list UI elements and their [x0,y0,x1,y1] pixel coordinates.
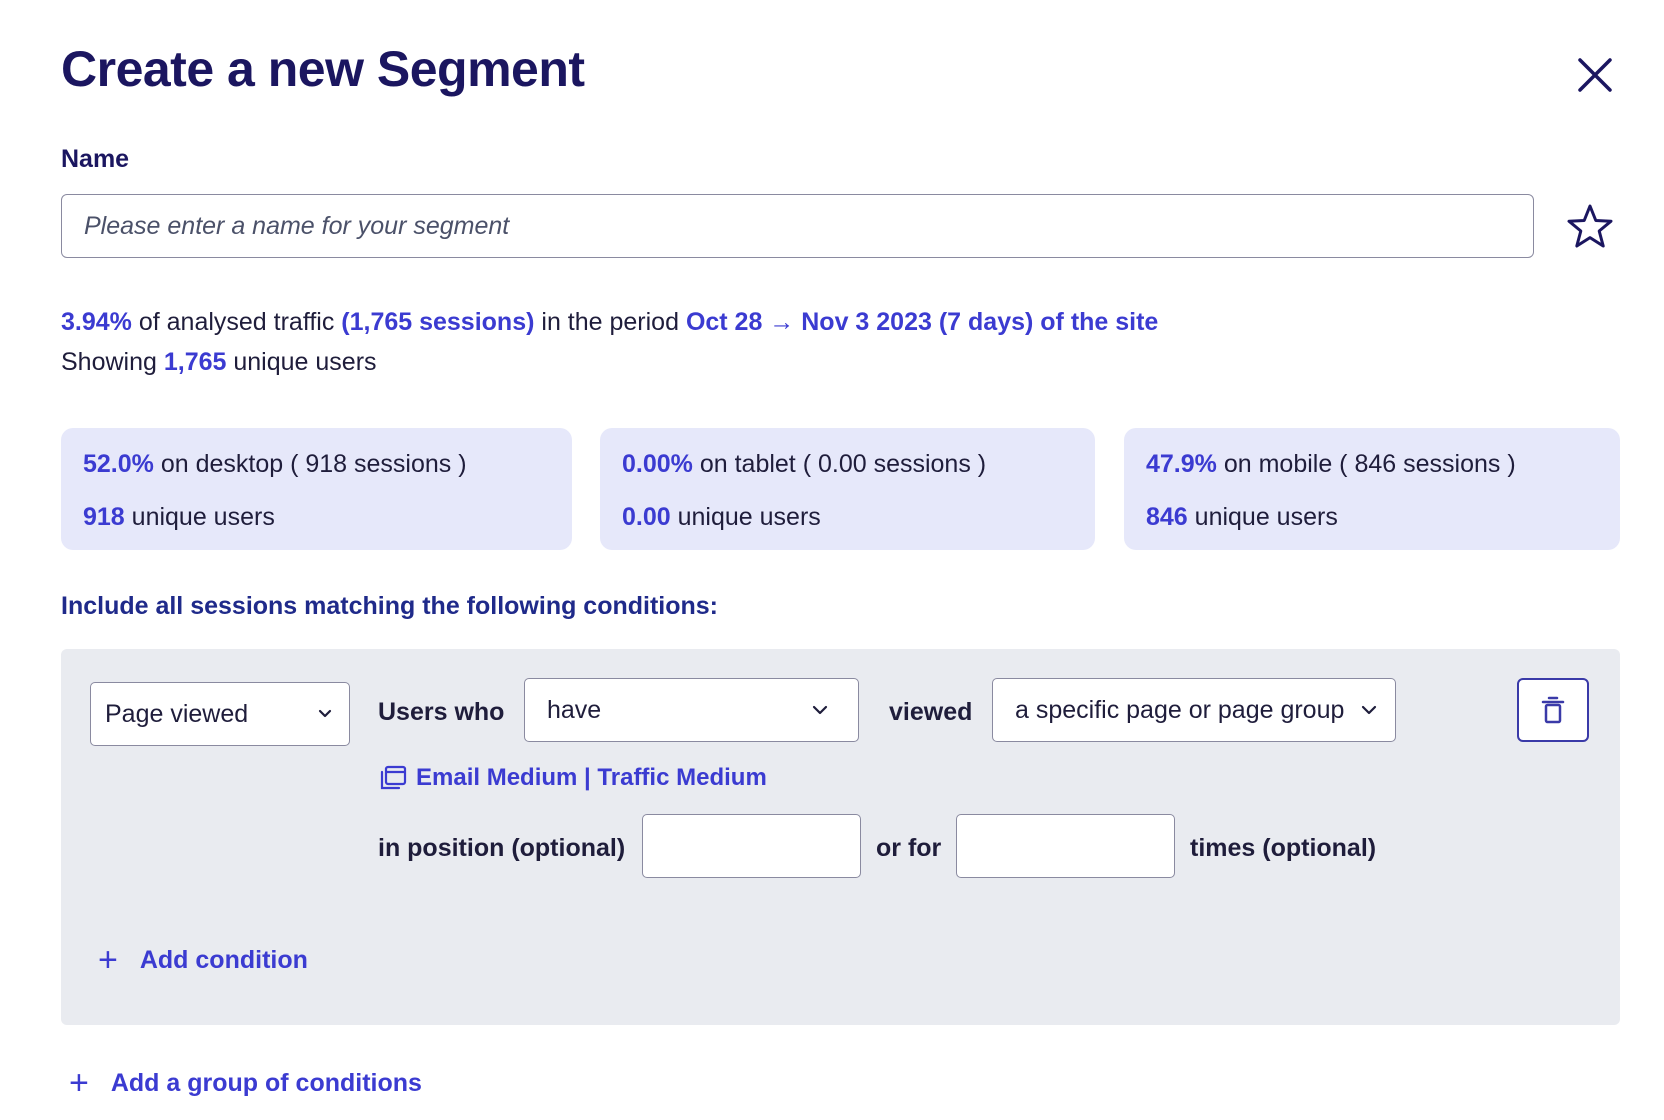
close-icon [1578,58,1612,92]
add-group-button[interactable]: + Add a group of conditions [69,1066,422,1100]
delete-condition-button[interactable] [1517,678,1589,742]
copy-window-icon [380,765,407,790]
chevron-down-icon [812,705,828,715]
close-button[interactable] [1570,50,1620,100]
add-group-label: Add a group of conditions [110,1068,422,1097]
tablet-desc: on tablet ( 0.00 sessions ) [692,450,987,478]
device-card-mobile: 47.9% on mobile ( 846 sessions ) 846 uni… [1124,428,1620,550]
desktop-users-text: unique users [124,503,275,531]
conditions-heading: Include all sessions matching the follow… [61,592,719,620]
trash-icon [1541,696,1565,724]
condition-type-select[interactable]: Page viewed [90,682,350,746]
traffic-percent: 3.94% [61,308,132,336]
plus-icon: + [69,1064,89,1102]
session-count: (1,765 sessions) [341,308,535,336]
tablet-users: 0.00 [622,503,671,531]
times-label: times (optional) [1190,834,1377,862]
dialog-title: Create a new Segment [61,41,585,97]
traffic-text: of analysed traffic [131,308,342,336]
desktop-users: 918 [83,503,125,531]
segment-name-input[interactable] [61,194,1534,258]
device-card-desktop: 52.0% on desktop ( 918 sessions ) 918 un… [61,428,572,550]
add-condition-button[interactable]: + Add condition [98,943,308,977]
position-input[interactable] [642,814,861,878]
mobile-percent: 47.9% [1146,450,1217,478]
name-label: Name [61,145,130,173]
unique-users-summary: Showing 1,765 unique users [61,348,377,377]
showing-text: Showing [61,348,164,376]
chevron-down-icon [318,709,332,718]
desktop-percent: 52.0% [83,450,154,478]
or-for-label: or for [876,834,942,862]
tablet-percent: 0.00% [622,450,693,478]
condition-type-value: Page viewed [105,699,249,728]
times-input[interactable] [956,814,1175,878]
page-value: a specific page or page group [1015,695,1345,724]
have-select[interactable]: have [524,678,859,742]
add-condition-label: Add condition [139,945,308,974]
page-select[interactable]: a specific page or page group [992,678,1396,742]
unique-users-count: 1,765 [163,348,227,376]
position-label: in position (optional) [378,834,626,862]
have-value: have [547,695,602,724]
period-text: in the period [534,308,686,336]
unique-users-text: unique users [226,348,377,376]
star-icon [1567,204,1613,248]
viewed-label: viewed [889,698,973,726]
mobile-users: 846 [1146,503,1188,531]
selected-pages-link[interactable]: Email Medium | Traffic Medium [378,764,767,792]
traffic-summary: 3.94% of analysed traffic (1,765 session… [61,308,1158,337]
plus-icon: + [98,941,118,979]
favorite-button[interactable] [1564,201,1616,253]
desktop-desc: on desktop ( 918 sessions ) [153,450,467,478]
device-card-tablet: 0.00% on tablet ( 0.00 sessions ) 0.00 u… [600,428,1095,550]
users-who-label: Users who [378,698,505,726]
chevron-down-icon [1361,705,1377,715]
selected-pages-text: Email Medium | Traffic Medium [416,764,767,791]
mobile-users-text: unique users [1187,503,1338,531]
period-range: Oct 28 → Nov 3 2023 (7 days) of the site [685,308,1159,336]
mobile-desc: on mobile ( 846 sessions ) [1216,450,1516,478]
tablet-users-text: unique users [670,503,821,531]
